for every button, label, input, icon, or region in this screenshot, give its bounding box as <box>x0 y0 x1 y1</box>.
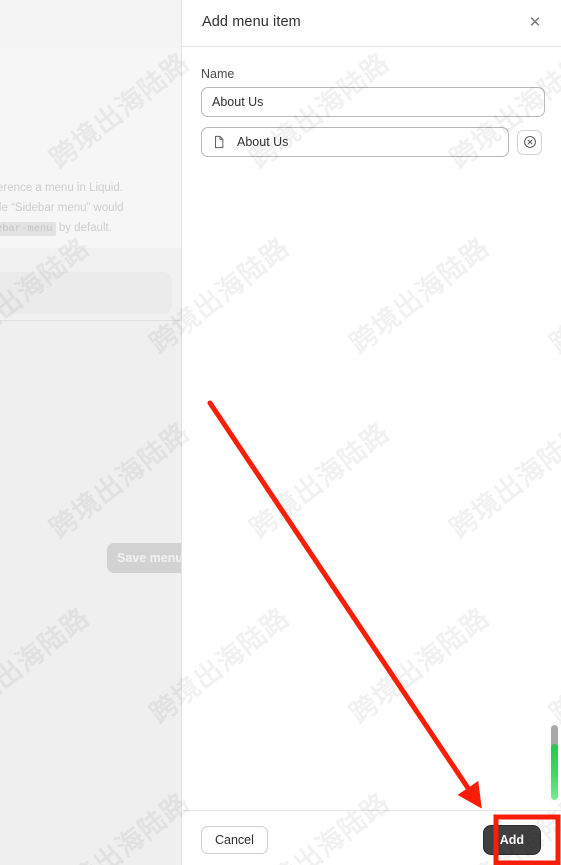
help-text-line-3: sidebar-menu by default. <box>0 218 181 239</box>
name-input[interactable] <box>201 87 545 117</box>
backdrop-sub-card <box>0 272 172 314</box>
scroll-progress-indicator <box>551 744 558 800</box>
page-backdrop: o reference a menu in Liquid. he title “… <box>0 0 181 865</box>
backdrop-top-card <box>0 0 181 50</box>
add-menu-item-modal: Add menu item ✕ Name About Us About Us C… <box>181 0 561 865</box>
clear-circle-x-icon[interactable] <box>517 129 542 155</box>
help-text-line-2: he title “Sidebar menu” would <box>0 202 124 214</box>
modal-title: Add menu item <box>202 14 301 30</box>
liquid-handle-code: sidebar-menu <box>0 222 56 236</box>
help-text-line-3-tail: by default. <box>58 222 112 234</box>
name-field-label: Name <box>201 67 235 81</box>
cancel-button[interactable]: Cancel <box>201 826 268 854</box>
screenshot-root: o reference a menu in Liquid. he title “… <box>0 0 561 865</box>
modal-body: Name About Us <box>182 47 561 809</box>
link-picker-field[interactable]: About Us <box>201 127 509 157</box>
close-icon[interactable]: ✕ <box>522 10 548 36</box>
modal-footer: Cancel Add <box>182 810 561 865</box>
document-page-icon <box>215 135 224 149</box>
link-picker-row: About Us <box>201 127 542 157</box>
backdrop-lower-area <box>0 321 181 865</box>
add-button[interactable]: Add <box>482 825 541 855</box>
link-picker-value: About Us <box>237 135 289 149</box>
help-text-line-1: o reference a menu in Liquid. <box>0 182 123 194</box>
modal-header: Add menu item ✕ <box>182 0 561 47</box>
clear-x-glyph <box>523 136 536 148</box>
save-menu-button[interactable]: Save menu <box>107 543 181 573</box>
backdrop-help-text: o reference a menu in Liquid. he title “… <box>0 178 181 239</box>
